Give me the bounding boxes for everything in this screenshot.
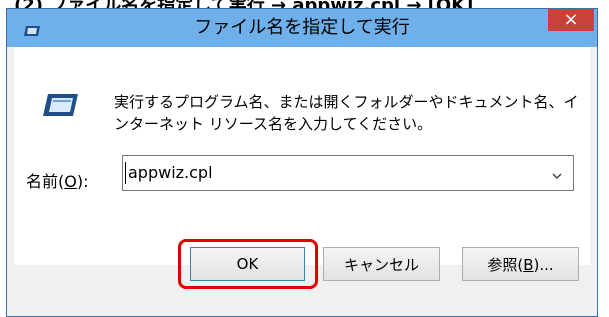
run-icon <box>23 22 41 41</box>
close-icon: × <box>563 9 579 30</box>
name-combobox[interactable]: appwiz.cpl <box>122 155 574 191</box>
dialog-content: 実行するプログラム名、または開くフォルダーやドキュメント名、インターネット リソ… <box>14 47 590 265</box>
run-program-icon <box>40 92 80 122</box>
title-bar: ファイル名を指定して実行 × <box>7 9 597 47</box>
chevron-down-icon <box>552 164 562 183</box>
text-cursor <box>125 162 126 184</box>
window-title: ファイル名を指定して実行 <box>194 17 410 38</box>
name-label: 名前(O): <box>26 172 89 191</box>
dropdown-button[interactable] <box>541 156 573 190</box>
ok-highlight-annotation <box>178 239 318 289</box>
dialog-description: 実行するプログラム名、または開くフォルダーやドキュメント名、インターネット リソ… <box>114 93 579 133</box>
browse-button[interactable]: 参照(B)... <box>462 247 579 281</box>
browse-label: 参照(B)... <box>487 255 554 274</box>
name-input[interactable]: appwiz.cpl <box>128 156 213 190</box>
cancel-button[interactable]: キャンセル <box>323 247 440 281</box>
close-button[interactable]: × <box>548 9 594 31</box>
